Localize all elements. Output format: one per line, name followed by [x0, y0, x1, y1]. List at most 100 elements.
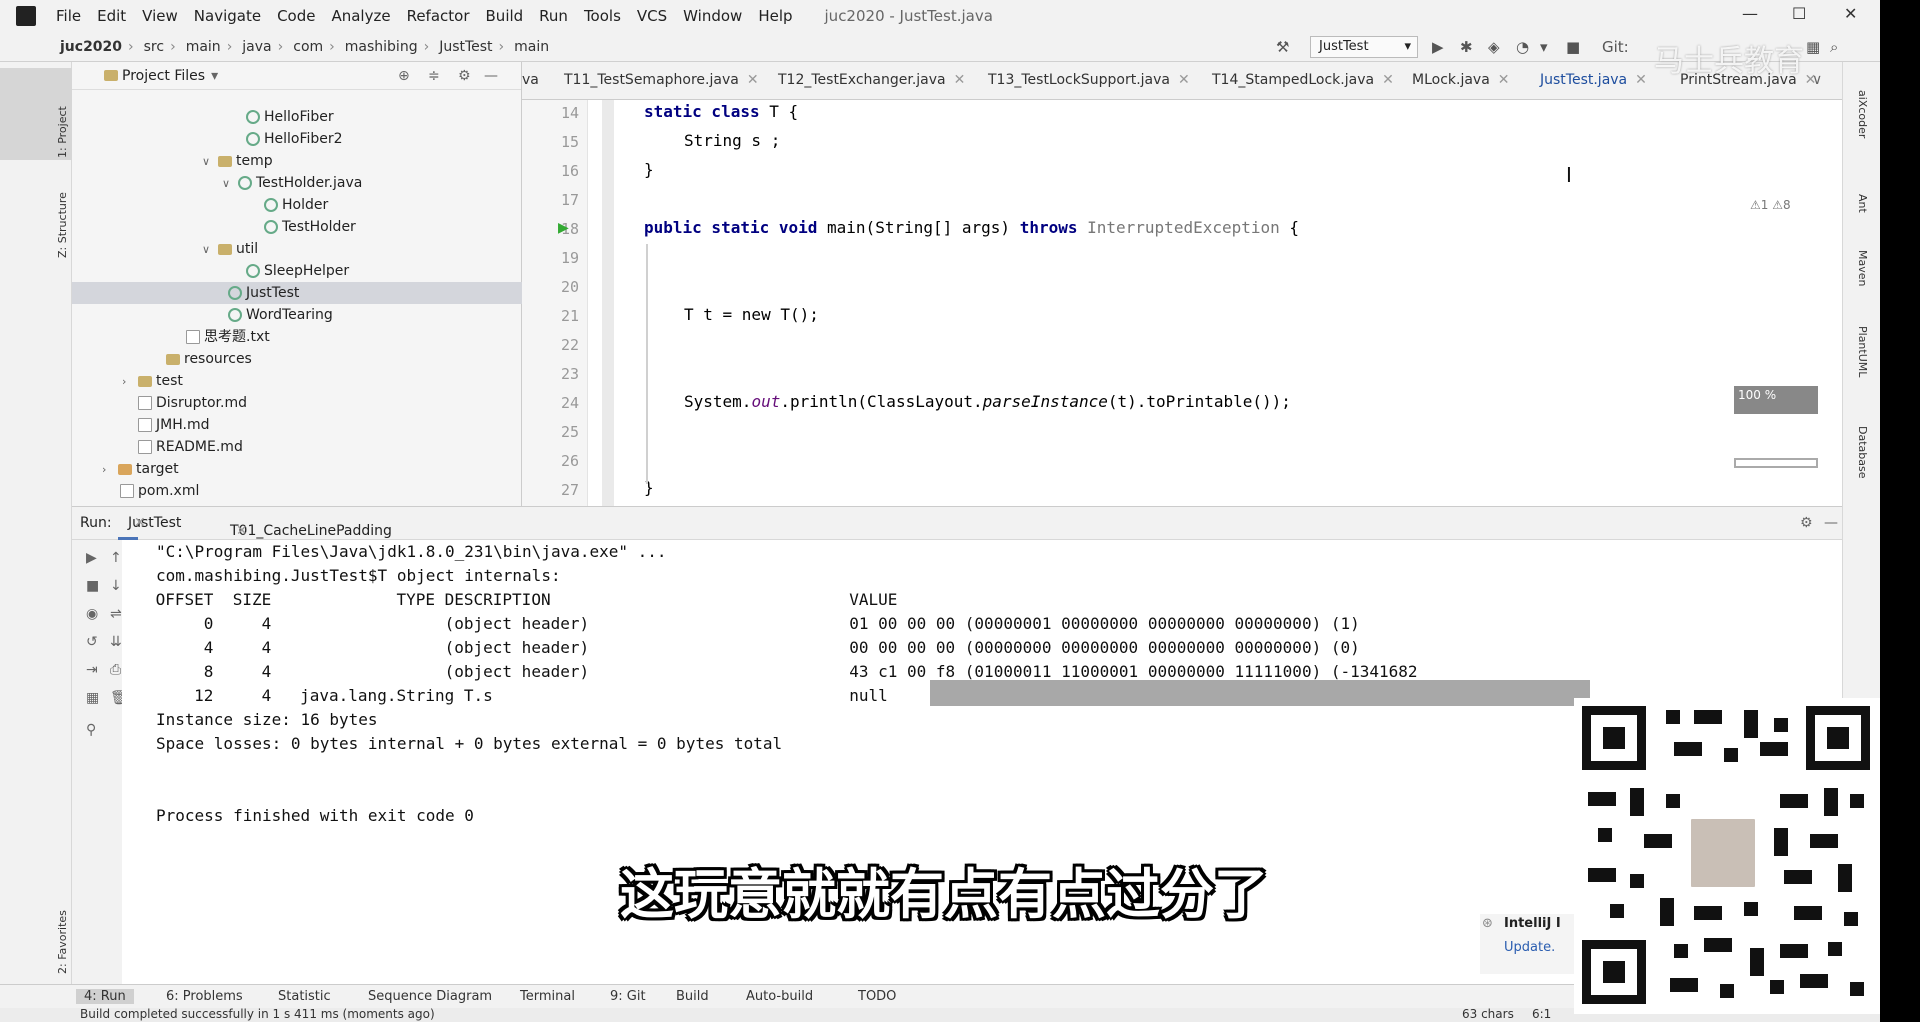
locate-icon[interactable]: ⊕ — [398, 68, 410, 84]
close-icon[interactable]: ✕ — [1498, 72, 1510, 88]
project-view-select[interactable]: Project Files — [122, 68, 205, 84]
chevron-down-icon[interactable]: ▾ — [1540, 38, 1548, 56]
gear-icon[interactable]: ⚙ — [1800, 515, 1813, 531]
tool-tab-maven[interactable]: Maven — [1856, 250, 1869, 286]
menu-refactor[interactable]: Refactor — [407, 7, 470, 25]
exit-icon[interactable]: ⇥ — [86, 662, 98, 678]
project-structure-icon[interactable]: ▦ — [1806, 38, 1820, 56]
run-tab-active[interactable]: JustTest ✕ — [118, 507, 181, 540]
tree-item[interactable]: Disruptor.md — [138, 392, 247, 414]
update-notification[interactable]: ⊛ IntelliJ I Update. — [1480, 914, 1576, 974]
tool-tab-build[interactable]: Build — [676, 989, 709, 1004]
menu-vcs[interactable]: VCS — [637, 7, 667, 25]
tree-item[interactable]: ∨ temp — [202, 150, 273, 172]
tool-tab-run[interactable]: 4: Run — [76, 989, 134, 1004]
build-hammer-icon[interactable]: ⚒ — [1276, 38, 1289, 56]
pin-icon[interactable]: ⚲ — [86, 722, 96, 738]
chevron-down-icon[interactable]: ∨ — [202, 151, 214, 173]
soft-wrap-icon[interactable]: ⇌ — [110, 606, 122, 622]
breadcrumb-src[interactable]: src — [144, 39, 164, 55]
tree-item[interactable]: ∨ util — [202, 238, 258, 260]
breadcrumb-class[interactable]: JustTest — [439, 39, 492, 55]
layout-icon[interactable]: ▦ — [86, 690, 99, 706]
editor-tab[interactable]: va — [522, 72, 539, 88]
editor-tab-active[interactable]: JustTest.java ✕ — [1540, 72, 1647, 88]
breadcrumb-com[interactable]: com — [293, 39, 323, 55]
breadcrumb-project[interactable]: juc2020 — [60, 39, 122, 55]
tool-tab-sequence-diagram[interactable]: Sequence Diagram — [368, 989, 492, 1004]
editor-tab[interactable]: T12_TestExchanger.java ✕ — [778, 72, 965, 88]
search-icon[interactable]: ⌕ — [1830, 38, 1838, 56]
tool-tab-statistic[interactable]: Statistic — [278, 989, 331, 1004]
scroll-down-icon[interactable]: ↓ — [110, 578, 122, 594]
menu-build[interactable]: Build — [486, 7, 524, 25]
menu-file[interactable]: File — [56, 7, 81, 25]
chevron-right-icon[interactable]: › — [102, 459, 114, 481]
tool-tab-git[interactable]: 9: Git — [610, 989, 646, 1004]
menu-view[interactable]: View — [142, 7, 178, 25]
run-configuration-select[interactable]: JustTest ▾ — [1310, 36, 1418, 58]
menu-window[interactable]: Window — [683, 7, 742, 25]
gear-icon[interactable]: ⚙ — [458, 68, 471, 84]
restore-layout-icon[interactable]: ↺ — [86, 634, 98, 650]
chevron-down-icon[interactable]: ▾ — [211, 68, 218, 84]
close-icon[interactable]: ✕ — [1635, 72, 1647, 88]
chevron-down-icon[interactable]: ∨ — [222, 173, 234, 195]
tree-item[interactable]: JMH.md — [138, 414, 209, 436]
editor-tab[interactable]: T14_StampedLock.java ✕ — [1212, 72, 1394, 88]
editor-tab[interactable]: T11_TestSemaphore.java ✕ — [564, 72, 759, 88]
tool-tab-todo[interactable]: TODO — [858, 989, 896, 1004]
editor-tab[interactable]: MLock.java ✕ — [1412, 72, 1510, 88]
breadcrumb-java[interactable]: java — [242, 39, 271, 55]
close-icon[interactable]: ✕ — [134, 515, 146, 531]
breadcrumb-method[interactable]: main — [514, 39, 549, 55]
breadcrumb-package[interactable]: mashibing — [345, 39, 418, 55]
camera-icon[interactable]: ◉ — [86, 606, 98, 622]
tree-item[interactable]: HelloFiber — [246, 106, 334, 128]
minimize-icon[interactable]: — — [1742, 4, 1758, 23]
tree-item[interactable]: README.md — [138, 436, 243, 458]
coverage-icon[interactable]: ◈ — [1488, 38, 1500, 56]
tree-item[interactable]: WordTearing — [228, 304, 333, 326]
tool-tab-terminal[interactable]: Terminal — [520, 989, 575, 1004]
tool-tab-structure[interactable]: Z: Structure — [56, 192, 69, 258]
tree-item[interactable]: HelloFiber2 — [246, 128, 343, 150]
hide-icon[interactable]: — — [484, 68, 498, 84]
menu-code[interactable]: Code — [277, 7, 315, 25]
run-gutter-icon[interactable]: ▶ — [558, 220, 569, 236]
scroll-to-end-icon[interactable]: ⇊ — [110, 634, 122, 650]
tree-item[interactable]: resources — [166, 348, 252, 370]
menu-edit[interactable]: Edit — [97, 7, 126, 25]
tree-item[interactable]: › target — [102, 458, 179, 480]
tool-tab-favorites[interactable]: 2: Favorites — [56, 910, 69, 974]
tree-item[interactable]: 思考题.txt — [186, 326, 270, 348]
scroll-preview[interactable] — [1734, 458, 1818, 468]
tool-tab-problems[interactable]: 6: Problems — [166, 989, 243, 1004]
menu-navigate[interactable]: Navigate — [194, 7, 261, 25]
print-icon[interactable]: ⎙ — [110, 662, 121, 678]
chevron-right-icon[interactable]: › — [122, 371, 134, 393]
tree-item[interactable]: Holder — [264, 194, 328, 216]
tree-item[interactable]: › test — [122, 370, 183, 392]
close-icon[interactable]: ✕ — [236, 523, 248, 539]
tool-tab-plantuml[interactable]: PlantUML — [1856, 326, 1869, 377]
editor-tab[interactable]: T13_TestLockSupport.java ✕ — [988, 72, 1190, 88]
tool-tab-ant[interactable]: Ant — [1856, 194, 1869, 213]
tree-item[interactable]: pom.xml — [120, 480, 199, 502]
tree-item[interactable]: SleepHelper — [246, 260, 349, 282]
tool-tab-project[interactable]: 1: Project — [56, 106, 69, 158]
notification-update-link[interactable]: Update. — [1504, 940, 1555, 955]
tab-list-chevron-icon[interactable]: ∨ — [1812, 72, 1822, 88]
scroll-up-icon[interactable]: ↑ — [110, 550, 122, 566]
close-icon[interactable]: ✕ — [954, 72, 966, 88]
tool-tab-auto-build[interactable]: Auto-build — [746, 989, 813, 1004]
run-icon[interactable]: ▶ — [1432, 38, 1444, 56]
rerun-icon[interactable]: ▶ — [86, 550, 97, 566]
close-icon[interactable]: ✕ — [1844, 4, 1857, 23]
profile-icon[interactable]: ◔ — [1516, 38, 1529, 56]
tree-item-selected[interactable]: JustTest — [72, 282, 522, 304]
code-editor[interactable]: 14 15 16 17 18 19 20 21 22 23 24 25 26 2… — [522, 100, 1842, 506]
status-message[interactable]: Build completed successfully in 1 s 411 … — [80, 1007, 435, 1021]
git-label[interactable]: Git: — [1602, 38, 1629, 56]
menu-help[interactable]: Help — [758, 7, 792, 25]
